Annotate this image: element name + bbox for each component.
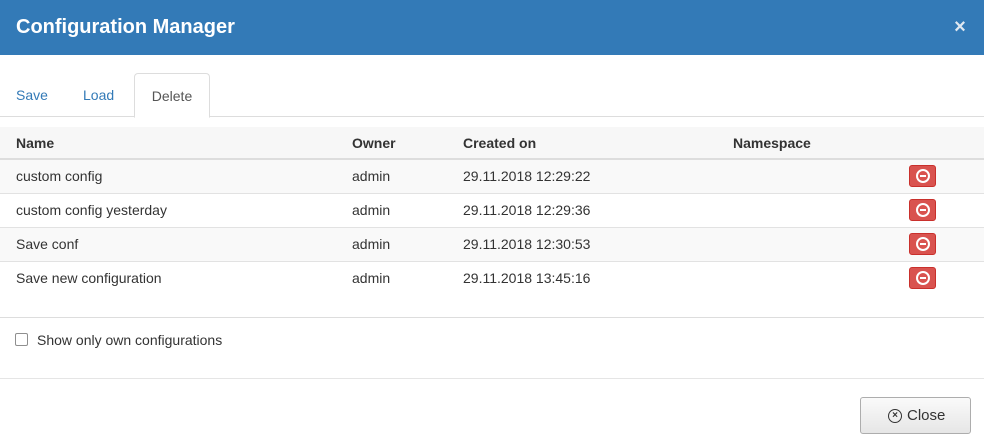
delete-button[interactable] [909,233,936,255]
column-header-created-on[interactable]: Created on [463,127,536,159]
table-row: custom config yesterday admin 29.11.2018… [0,194,984,228]
cell-name: custom config yesterday [16,202,167,218]
table-row: custom config admin 29.11.2018 12:29:22 [0,160,984,194]
cell-owner: admin [352,168,391,184]
cell-created-on: 29.11.2018 13:45:16 [463,270,591,286]
delete-button[interactable] [909,165,936,187]
divider [0,378,984,379]
tab-save[interactable]: Save [16,73,48,117]
tab-delete[interactable]: Delete [134,73,210,118]
close-button[interactable]: × Close [860,397,971,434]
configurations-table: Name Owner Created on Namespace custom c… [0,127,984,296]
cell-created-on: 29.11.2018 12:29:36 [463,202,591,218]
minus-circle-icon [916,271,930,285]
show-own-checkbox[interactable] [15,333,28,346]
divider [0,317,984,318]
minus-circle-icon [916,203,930,217]
cell-owner: admin [352,202,391,218]
dialog-title: Configuration Manager [16,16,235,38]
close-icon[interactable]: × [952,17,968,37]
cell-name: Save conf [16,236,79,252]
minus-circle-icon [916,169,930,183]
cell-name: Save new configuration [16,270,162,286]
cell-created-on: 29.11.2018 12:29:22 [463,168,591,184]
tab-load[interactable]: Load [83,73,114,117]
cell-owner: admin [352,236,391,252]
cell-name: custom config [16,168,103,184]
delete-button[interactable] [909,267,936,289]
show-own-label[interactable]: Show only own configurations [37,330,222,350]
column-header-owner[interactable]: Owner [352,127,396,159]
tab-bar: Save Load Delete [0,73,984,118]
cell-owner: admin [352,270,391,286]
close-circle-icon: × [888,409,902,423]
cell-created-on: 29.11.2018 12:30:53 [463,236,591,252]
table-row: Save conf admin 29.11.2018 12:30:53 [0,228,984,262]
table-header: Name Owner Created on Namespace [0,127,984,160]
delete-button[interactable] [909,199,936,221]
close-button-label: Close [907,407,946,424]
minus-circle-icon [916,237,930,251]
column-header-name[interactable]: Name [16,127,54,159]
table-row: Save new configuration admin 29.11.2018 … [0,262,984,296]
dialog-header: Configuration Manager × [0,0,984,55]
column-header-namespace[interactable]: Namespace [733,127,811,159]
